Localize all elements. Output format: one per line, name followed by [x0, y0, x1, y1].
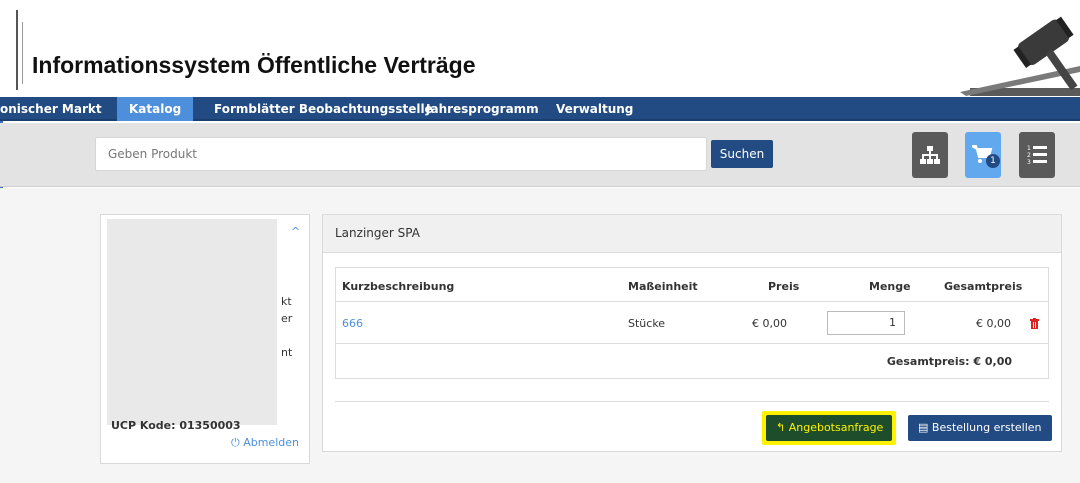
nav-item-katalog[interactable]: Katalog: [117, 97, 194, 121]
column-header: Maßeinheit: [628, 280, 698, 293]
supplier-name: Lanzinger SPA: [335, 226, 420, 240]
content-area: ^ kt er nt UCP Kode: 01350003 ⏻ Abmelden…: [0, 188, 1080, 483]
column-header: Menge: [869, 280, 911, 293]
logo-divider-thin: [22, 22, 23, 84]
page-title: Informationssystem Öffentliche Verträge: [32, 52, 476, 78]
cart-count-badge: 1: [986, 154, 1000, 168]
main-navigation: onischer Markt Katalog Formblätter Beoba…: [0, 97, 1080, 121]
request-quote-label: Angebotsanfrage: [788, 421, 884, 434]
request-quote-button[interactable]: ↰ Angebotsanfrage: [766, 415, 892, 441]
quantity-input[interactable]: 1: [827, 311, 905, 335]
text-fragment: er: [281, 312, 293, 325]
search-button[interactable]: Suchen: [711, 140, 773, 168]
document-icon: ▤: [918, 421, 929, 434]
column-header: Kurzbeschreibung: [342, 280, 455, 293]
redacted-area: [107, 219, 277, 425]
search-bar: Geben Produkt Suchen 1 1 2 3: [0, 123, 1080, 187]
product-link[interactable]: 666: [342, 317, 363, 330]
nav-item-jahresprogramm[interactable]: Jahresprogramm: [426, 97, 539, 121]
sitemap-button[interactable]: [912, 132, 948, 178]
sitemap-icon: [920, 146, 940, 164]
order-panel-header: Lanzinger SPA: [323, 215, 1061, 253]
ordered-list-button[interactable]: 1 2 3: [1019, 132, 1055, 178]
logout-link[interactable]: ⏻ Abmelden: [231, 436, 299, 450]
nav-item-markt[interactable]: onischer Markt: [0, 97, 102, 121]
reply-icon: ↰: [776, 421, 786, 434]
table-header: Kurzbeschreibung Maßeinheit Preis Menge …: [336, 268, 1048, 302]
nav-item-verwaltung[interactable]: Verwaltung: [556, 97, 633, 121]
search-input[interactable]: Geben Produkt: [95, 137, 707, 171]
nav-item-formblaetter[interactable]: Formblätter Beobachtungsstelle: [214, 97, 433, 121]
ucp-code: UCP Kode: 01350003: [111, 419, 241, 432]
cart-button[interactable]: 1: [965, 132, 1001, 178]
create-order-label: Bestellung erstellen: [931, 421, 1042, 434]
divider: [335, 401, 1049, 402]
logo-divider: [16, 10, 18, 90]
total-cell: € 0,00: [976, 317, 1011, 330]
column-header: Preis: [768, 280, 800, 293]
create-order-button[interactable]: ▤ Bestellung erstellen: [908, 415, 1052, 441]
gavel-icon: [960, 16, 1080, 96]
order-panel: Lanzinger SPA Kurzbeschreibung Maßeinhei…: [322, 214, 1062, 452]
grand-total: Gesamtpreis: € 0,00: [886, 355, 1012, 368]
text-fragment: kt: [281, 295, 292, 308]
price-cell: € 0,00: [752, 317, 787, 330]
unit-cell: Stücke: [628, 317, 666, 330]
trash-icon[interactable]: [1030, 318, 1039, 329]
chevron-up-icon[interactable]: ^: [291, 225, 300, 238]
text-fragment: nt: [281, 346, 293, 359]
svg-text:1: 1: [1027, 145, 1031, 152]
column-header: Gesamtpreis: [944, 280, 1023, 293]
order-table: Kurzbeschreibung Maßeinheit Preis Menge …: [335, 267, 1049, 379]
ordered-list-icon: 1 2 3: [1027, 145, 1047, 166]
power-icon: ⏻: [231, 436, 240, 449]
svg-text:3: 3: [1027, 159, 1031, 166]
svg-text:2: 2: [1027, 152, 1031, 159]
user-panel: ^ kt er nt UCP Kode: 01350003 ⏻ Abmelden: [100, 214, 310, 464]
logout-label: Abmelden: [243, 436, 299, 449]
table-row: 666 Stücke € 0,00 1 € 0,00: [336, 302, 1048, 344]
header: Informationssystem Öffentliche Verträge: [0, 0, 1080, 97]
